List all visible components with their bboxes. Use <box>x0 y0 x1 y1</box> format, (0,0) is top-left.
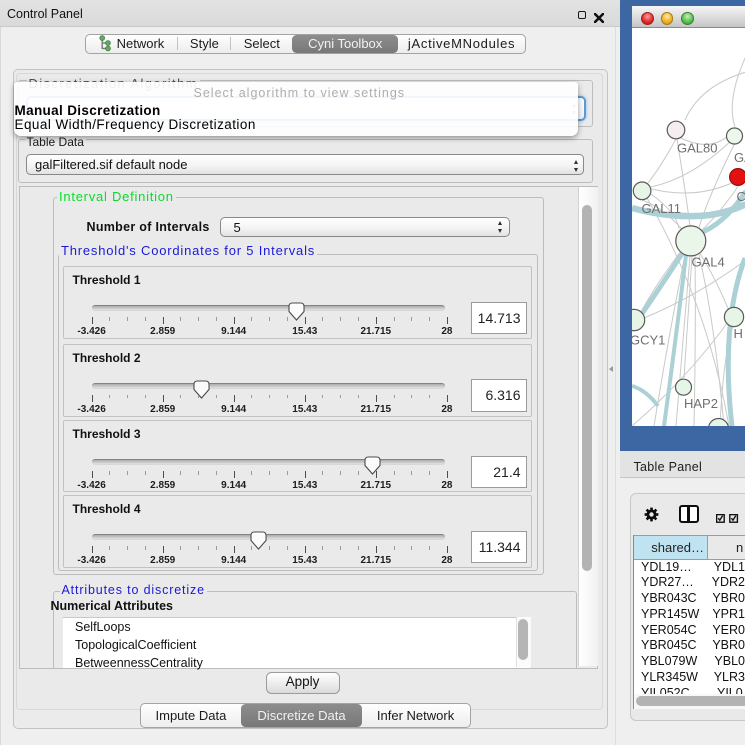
svg-text:GAL4: GAL4 <box>691 254 724 269</box>
svg-text:C: C <box>736 189 745 204</box>
svg-text:H: H <box>733 326 742 341</box>
svg-text:GA: GA <box>734 150 745 165</box>
svg-text:GAL11: GAL11 <box>641 201 681 216</box>
svg-text:GAL80: GAL80 <box>677 140 717 155</box>
svg-text:HAP2: HAP2 <box>684 396 718 411</box>
svg-text:GCY1: GCY1 <box>632 332 665 347</box>
